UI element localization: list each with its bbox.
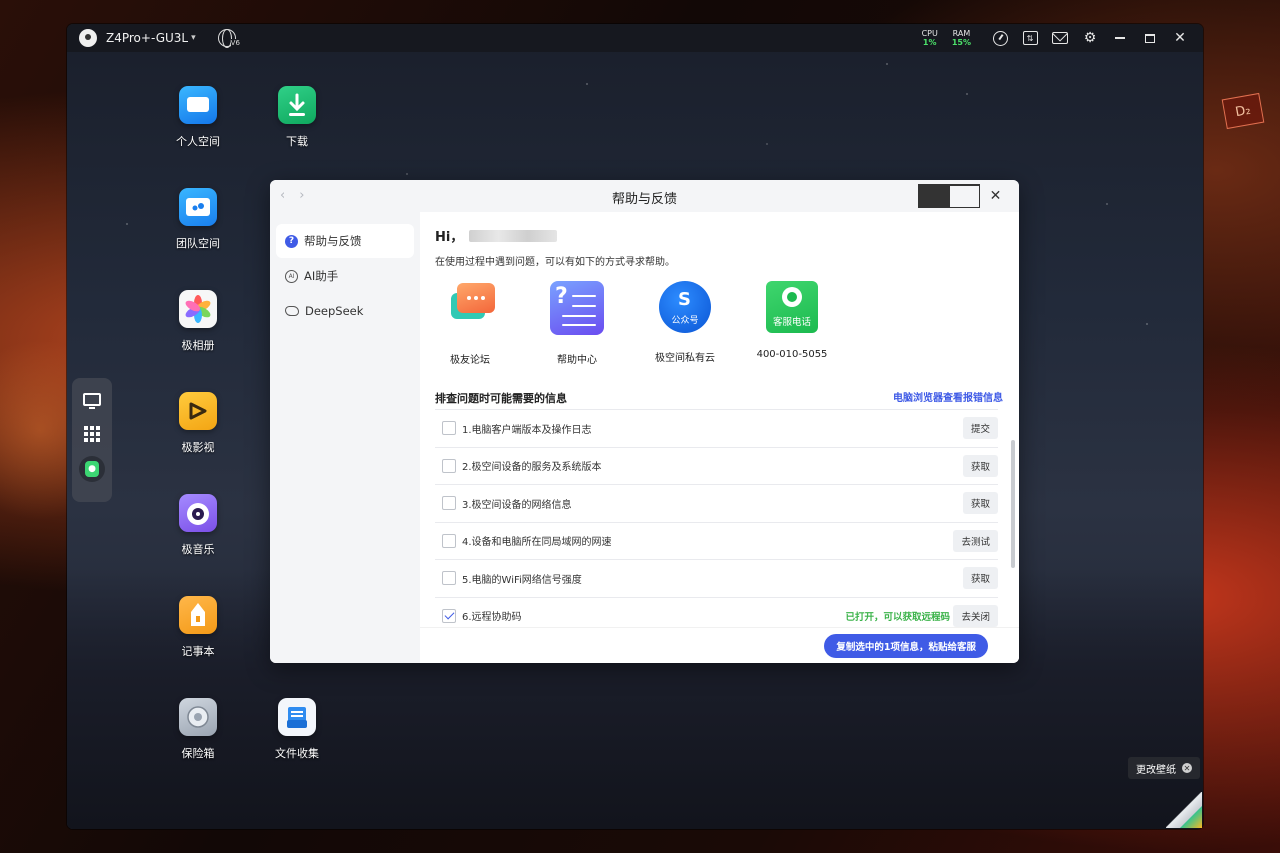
team-folder-icon: [179, 188, 217, 226]
row-checkbox[interactable]: [442, 421, 456, 436]
greeting: Hi，: [435, 226, 558, 245]
gear-icon[interactable]: ⚙: [1075, 24, 1105, 52]
dialog-maximize-button[interactable]: [949, 184, 980, 208]
wallpaper-chip: D₂: [1221, 92, 1265, 130]
channel-wechat-official[interactable]: S 公众号 极空间私有云: [635, 281, 735, 364]
list-item: 1.电脑客户端版本及操作日志 提交: [435, 409, 998, 447]
headset-icon: 客服电话: [766, 281, 818, 333]
row-checkbox[interactable]: [442, 496, 456, 511]
close-icon[interactable]: ✕: [1182, 763, 1192, 773]
dialog-minimize-button[interactable]: [918, 184, 949, 208]
desktop-icon-notes[interactable]: 记事本: [158, 596, 238, 659]
forum-chat-icon: [443, 281, 497, 335]
globe-icon[interactable]: V6: [217, 29, 240, 48]
user-avatar-icon[interactable]: [79, 29, 97, 47]
list-item: 5.电脑的WiFi网络信号强度 获取: [435, 559, 998, 597]
speedometer-icon[interactable]: [985, 24, 1015, 52]
wallpaper-page-curl-icon[interactable]: [1166, 792, 1202, 828]
maximize-button[interactable]: [1135, 24, 1165, 52]
list-item: 4.设备和电脑所在同局域网的网速 去测试: [435, 521, 998, 560]
status-text: 已打开，可以获取远程码: [845, 611, 950, 623]
copy-selected-button[interactable]: 复制选中的1项信息，粘贴给客服: [824, 634, 988, 658]
section-title: 排查问题时可能需要的信息: [435, 392, 567, 405]
file-collect-icon: [278, 698, 316, 736]
download-icon: [278, 86, 316, 124]
row-checkbox-checked[interactable]: [442, 608, 456, 623]
help-feedback-dialog: ‹ › 帮助与反馈 ✕ ? 帮助与反馈 AI AI助手 DeepSeek Hi，…: [270, 180, 1019, 663]
close-remote-button[interactable]: 去关闭: [953, 604, 998, 627]
sidebar-item-ai-assistant[interactable]: AI AI助手: [276, 259, 414, 293]
blurred-username: [469, 229, 558, 242]
ram-stat: RAM 15%: [951, 29, 971, 47]
ai-icon: AI: [285, 269, 298, 283]
top-bar: Z4Pro+-GU3L ▾ V6 CPU 1% RAM 15% ⇅ ⚙ ✕: [67, 24, 1203, 52]
desktop-icon-personal-space[interactable]: 个人空间: [158, 86, 238, 149]
side-dock: ●: [72, 378, 112, 502]
chevron-down-icon[interactable]: ▾: [191, 33, 196, 43]
submit-button[interactable]: 提交: [962, 417, 998, 440]
list-item: 2.极空间设备的服务及系统版本 获取: [435, 446, 998, 485]
scrollbar[interactable]: [1011, 440, 1015, 568]
apps-grid-icon[interactable]: [79, 421, 105, 447]
dialog-close-button[interactable]: ✕: [980, 184, 1011, 208]
question-icon: ?: [285, 234, 298, 248]
test-button[interactable]: 去测试: [953, 529, 998, 552]
view-error-info-link[interactable]: 电脑浏览器查看报错信息: [893, 389, 1003, 404]
mail-icon[interactable]: [1045, 24, 1075, 52]
fetch-button[interactable]: 获取: [962, 492, 998, 515]
intro-text: 在使用过程中遇到问题，可以有如下的方式寻求帮助。: [435, 257, 675, 268]
close-button[interactable]: ✕: [1165, 24, 1195, 52]
desktop-icon-file-collect[interactable]: 文件收集: [257, 698, 337, 761]
deepseek-whale-icon: [285, 306, 299, 316]
folder-icon: [179, 86, 217, 124]
sidebar-item-help-feedback[interactable]: ? 帮助与反馈: [276, 224, 414, 258]
desktop-icon-team-space[interactable]: 团队空间: [158, 188, 238, 251]
row-checkbox[interactable]: [442, 571, 456, 586]
music-icon: [179, 494, 217, 532]
desktop-icon-video[interactable]: 极影视: [158, 392, 238, 455]
cpu-stat: CPU 1%: [921, 29, 938, 47]
photos-icon: [179, 290, 217, 328]
notepad-icon: [179, 596, 217, 634]
dialog-sidebar: ? 帮助与反馈 AI AI助手 DeepSeek: [270, 212, 420, 663]
desktop-monitor-icon[interactable]: [79, 386, 105, 412]
dialog-titlebar: ‹ › 帮助与反馈 ✕: [270, 180, 1019, 212]
dialog-title: 帮助与反馈: [611, 192, 677, 207]
dialog-bottom-bar: 复制选中的1项信息，粘贴给客服: [420, 627, 1019, 663]
safe-icon: [179, 698, 217, 736]
dialog-main: Hi， 在使用过程中遇到问题，可以有如下的方式寻求帮助。 极友论坛 ? 帮助中心: [420, 212, 1019, 663]
desktop-icon-safe[interactable]: 保险箱: [158, 698, 238, 761]
sidebar-item-deepseek[interactable]: DeepSeek: [276, 294, 414, 328]
desktop-icon-download[interactable]: 下载: [257, 86, 337, 149]
fetch-button[interactable]: 获取: [962, 454, 998, 477]
help-bulb-icon[interactable]: ●: [79, 456, 105, 482]
row-checkbox[interactable]: [442, 533, 456, 548]
transfer-icon[interactable]: ⇅: [1015, 24, 1045, 52]
change-wallpaper-button[interactable]: 更改壁纸 ✕: [1128, 757, 1200, 779]
fetch-button[interactable]: 获取: [962, 567, 998, 590]
help-center-icon: ?: [550, 281, 604, 335]
channel-forum[interactable]: 极友论坛: [420, 281, 520, 366]
channel-phone[interactable]: 客服电话 400-010-5055: [742, 281, 842, 360]
wechat-official-icon: S 公众号: [659, 281, 711, 333]
video-icon: [179, 392, 217, 430]
diagnostic-list: 1.电脑客户端版本及操作日志 提交 2.极空间设备的服务及系统版本 获取 3.极…: [435, 409, 998, 634]
row-checkbox[interactable]: [442, 458, 456, 473]
channel-help-center[interactable]: ? 帮助中心: [527, 281, 627, 366]
desktop-icon-music[interactable]: 极音乐: [158, 494, 238, 557]
device-name[interactable]: Z4Pro+-GU3L: [106, 31, 188, 45]
minimize-button[interactable]: [1105, 24, 1135, 52]
desktop-icon-photos[interactable]: 极相册: [158, 290, 238, 353]
list-item: 3.极空间设备的网络信息 获取: [435, 484, 998, 522]
